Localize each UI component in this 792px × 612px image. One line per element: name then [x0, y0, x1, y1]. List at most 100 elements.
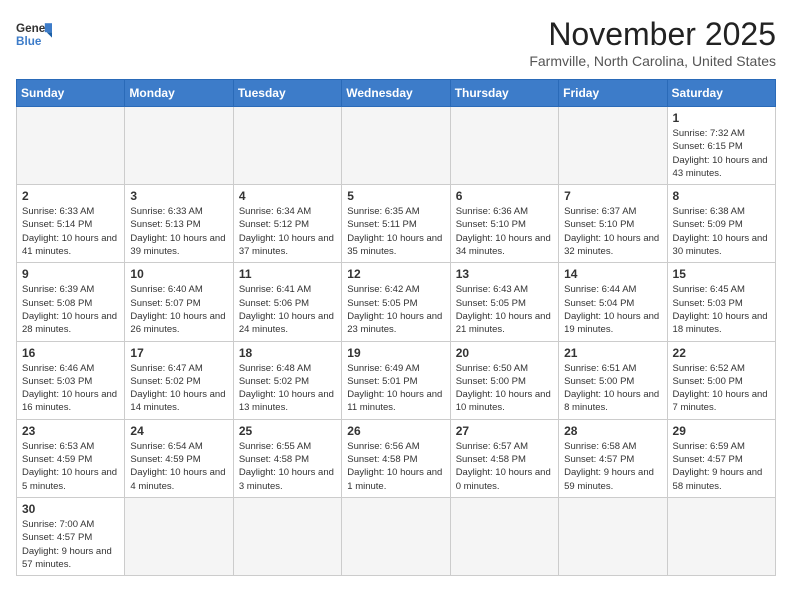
day-info: Sunrise: 6:48 AM Sunset: 5:02 PM Dayligh… [239, 362, 336, 415]
day-info: Sunrise: 6:42 AM Sunset: 5:05 PM Dayligh… [347, 283, 444, 336]
day-number: 29 [673, 424, 770, 438]
calendar-cell: 14Sunrise: 6:44 AM Sunset: 5:04 PM Dayli… [559, 263, 667, 341]
day-number: 19 [347, 346, 444, 360]
day-number: 24 [130, 424, 227, 438]
calendar-cell [125, 107, 233, 185]
day-number: 28 [564, 424, 661, 438]
calendar-cell: 3 Sunrise: 6:33 AM Sunset: 5:13 PM Daylig… [125, 185, 233, 263]
calendar-cell: 28 Sunrise: 6:58 AM Sunset: 4:57 PM Dayli… [559, 419, 667, 497]
day-info: Sunrise: 6:47 AM Sunset: 5:02 PM Dayligh… [130, 362, 227, 415]
calendar-cell: 2Sunrise: 6:33 AM Sunset: 5:14 PM Daylig… [17, 185, 125, 263]
logo-icon: General Blue [16, 16, 52, 52]
calendar-week-1: 1 Sunrise: 7:32 AM Sunset: 6:15 PM Daylig… [17, 107, 776, 185]
day-number: 23 [22, 424, 119, 438]
calendar-cell: 4Sunrise: 6:34 AM Sunset: 5:12 PM Daylig… [233, 185, 341, 263]
day-info: Sunrise: 6:57 AM Sunset: 4:58 PM Dayligh… [456, 440, 553, 493]
calendar-cell [559, 497, 667, 575]
calendar-cell: 27 Sunrise: 6:57 AM Sunset: 4:58 PM Dayli… [450, 419, 558, 497]
calendar-cell: 11 Sunrise: 6:41 AM Sunset: 5:06 PM Dayli… [233, 263, 341, 341]
day-number: 3 [130, 189, 227, 203]
day-info: Sunrise: 6:49 AM Sunset: 5:01 PM Dayligh… [347, 362, 444, 415]
day-info: Sunrise: 7:32 AM Sunset: 6:15 PM Dayligh… [673, 127, 770, 180]
calendar-cell: 5 Sunrise: 6:35 AM Sunset: 5:11 PM Daylig… [342, 185, 450, 263]
calendar-cell: 7Sunrise: 6:37 AM Sunset: 5:10 PM Daylig… [559, 185, 667, 263]
calendar-cell: 9Sunrise: 6:39 AM Sunset: 5:08 PM Daylig… [17, 263, 125, 341]
day-number: 20 [456, 346, 553, 360]
calendar-cell: 21 Sunrise: 6:51 AM Sunset: 5:00 PM Dayli… [559, 341, 667, 419]
day-info: Sunrise: 6:55 AM Sunset: 4:58 PM Dayligh… [239, 440, 336, 493]
calendar-week-3: 9Sunrise: 6:39 AM Sunset: 5:08 PM Daylig… [17, 263, 776, 341]
calendar-cell: 26Sunrise: 6:56 AM Sunset: 4:58 PM Dayli… [342, 419, 450, 497]
day-info: Sunrise: 6:33 AM Sunset: 5:13 PM Dayligh… [130, 205, 227, 258]
day-info: Sunrise: 6:33 AM Sunset: 5:14 PM Dayligh… [22, 205, 119, 258]
day-number: 6 [456, 189, 553, 203]
day-info: Sunrise: 6:44 AM Sunset: 5:04 PM Dayligh… [564, 283, 661, 336]
calendar-cell: 13Sunrise: 6:43 AM Sunset: 5:05 PM Dayli… [450, 263, 558, 341]
day-info: Sunrise: 6:36 AM Sunset: 5:10 PM Dayligh… [456, 205, 553, 258]
day-info: Sunrise: 6:58 AM Sunset: 4:57 PM Dayligh… [564, 440, 661, 493]
day-number: 11 [239, 267, 336, 281]
day-info: Sunrise: 6:34 AM Sunset: 5:12 PM Dayligh… [239, 205, 336, 258]
weekday-header-sunday: Sunday [17, 80, 125, 107]
month-title: November 2025 [529, 16, 776, 53]
day-number: 16 [22, 346, 119, 360]
day-number: 1 [673, 111, 770, 125]
day-info: Sunrise: 6:54 AM Sunset: 4:59 PM Dayligh… [130, 440, 227, 493]
calendar-cell [342, 497, 450, 575]
calendar-cell [233, 107, 341, 185]
day-number: 12 [347, 267, 444, 281]
weekday-header-saturday: Saturday [667, 80, 775, 107]
day-info: Sunrise: 6:45 AM Sunset: 5:03 PM Dayligh… [673, 283, 770, 336]
calendar-cell: 29 Sunrise: 6:59 AM Sunset: 4:57 PM Dayli… [667, 419, 775, 497]
calendar-table: SundayMondayTuesdayWednesdayThursdayFrid… [16, 79, 776, 576]
calendar-cell [450, 497, 558, 575]
day-info: Sunrise: 6:41 AM Sunset: 5:06 PM Dayligh… [239, 283, 336, 336]
day-number: 21 [564, 346, 661, 360]
day-info: Sunrise: 6:53 AM Sunset: 4:59 PM Dayligh… [22, 440, 119, 493]
day-number: 9 [22, 267, 119, 281]
calendar-cell: 18Sunrise: 6:48 AM Sunset: 5:02 PM Dayli… [233, 341, 341, 419]
logo: General Blue [16, 16, 52, 52]
day-info: Sunrise: 7:00 AM Sunset: 4:57 PM Dayligh… [22, 518, 119, 571]
day-number: 25 [239, 424, 336, 438]
day-info: Sunrise: 6:51 AM Sunset: 5:00 PM Dayligh… [564, 362, 661, 415]
title-block: November 2025 Farmville, North Carolina,… [529, 16, 776, 69]
calendar-cell: 22Sunrise: 6:52 AM Sunset: 5:00 PM Dayli… [667, 341, 775, 419]
day-number: 7 [564, 189, 661, 203]
weekday-header-monday: Monday [125, 80, 233, 107]
calendar-cell: 24 Sunrise: 6:54 AM Sunset: 4:59 PM Dayli… [125, 419, 233, 497]
calendar-cell: 19 Sunrise: 6:49 AM Sunset: 5:01 PM Dayli… [342, 341, 450, 419]
day-info: Sunrise: 6:35 AM Sunset: 5:11 PM Dayligh… [347, 205, 444, 258]
day-info: Sunrise: 6:50 AM Sunset: 5:00 PM Dayligh… [456, 362, 553, 415]
weekday-header-friday: Friday [559, 80, 667, 107]
calendar-week-2: 2Sunrise: 6:33 AM Sunset: 5:14 PM Daylig… [17, 185, 776, 263]
weekday-header-wednesday: Wednesday [342, 80, 450, 107]
day-number: 10 [130, 267, 227, 281]
calendar-cell: 10Sunrise: 6:40 AM Sunset: 5:07 PM Dayli… [125, 263, 233, 341]
day-number: 30 [22, 502, 119, 516]
calendar-cell: 25 Sunrise: 6:55 AM Sunset: 4:58 PM Dayli… [233, 419, 341, 497]
calendar-cell: 16Sunrise: 6:46 AM Sunset: 5:03 PM Dayli… [17, 341, 125, 419]
calendar-cell: 17Sunrise: 6:47 AM Sunset: 5:02 PM Dayli… [125, 341, 233, 419]
day-number: 22 [673, 346, 770, 360]
day-info: Sunrise: 6:59 AM Sunset: 4:57 PM Dayligh… [673, 440, 770, 493]
day-number: 8 [673, 189, 770, 203]
calendar-cell: 1 Sunrise: 7:32 AM Sunset: 6:15 PM Daylig… [667, 107, 775, 185]
calendar-cell: 15 Sunrise: 6:45 AM Sunset: 5:03 PM Dayli… [667, 263, 775, 341]
svg-text:Blue: Blue [16, 35, 42, 48]
calendar-cell [17, 107, 125, 185]
calendar-cell [450, 107, 558, 185]
calendar-week-6: 30 Sunrise: 7:00 AM Sunset: 4:57 PM Dayli… [17, 497, 776, 575]
calendar-week-4: 16Sunrise: 6:46 AM Sunset: 5:03 PM Dayli… [17, 341, 776, 419]
calendar-cell: 8Sunrise: 6:38 AM Sunset: 5:09 PM Daylig… [667, 185, 775, 263]
day-number: 5 [347, 189, 444, 203]
calendar-cell: 23 Sunrise: 6:53 AM Sunset: 4:59 PM Dayli… [17, 419, 125, 497]
calendar-cell [233, 497, 341, 575]
weekday-header-thursday: Thursday [450, 80, 558, 107]
calendar-week-5: 23 Sunrise: 6:53 AM Sunset: 4:59 PM Dayli… [17, 419, 776, 497]
day-number: 27 [456, 424, 553, 438]
calendar-cell [667, 497, 775, 575]
day-number: 15 [673, 267, 770, 281]
calendar-cell: 6 Sunrise: 6:36 AM Sunset: 5:10 PM Daylig… [450, 185, 558, 263]
weekday-header-row: SundayMondayTuesdayWednesdayThursdayFrid… [17, 80, 776, 107]
